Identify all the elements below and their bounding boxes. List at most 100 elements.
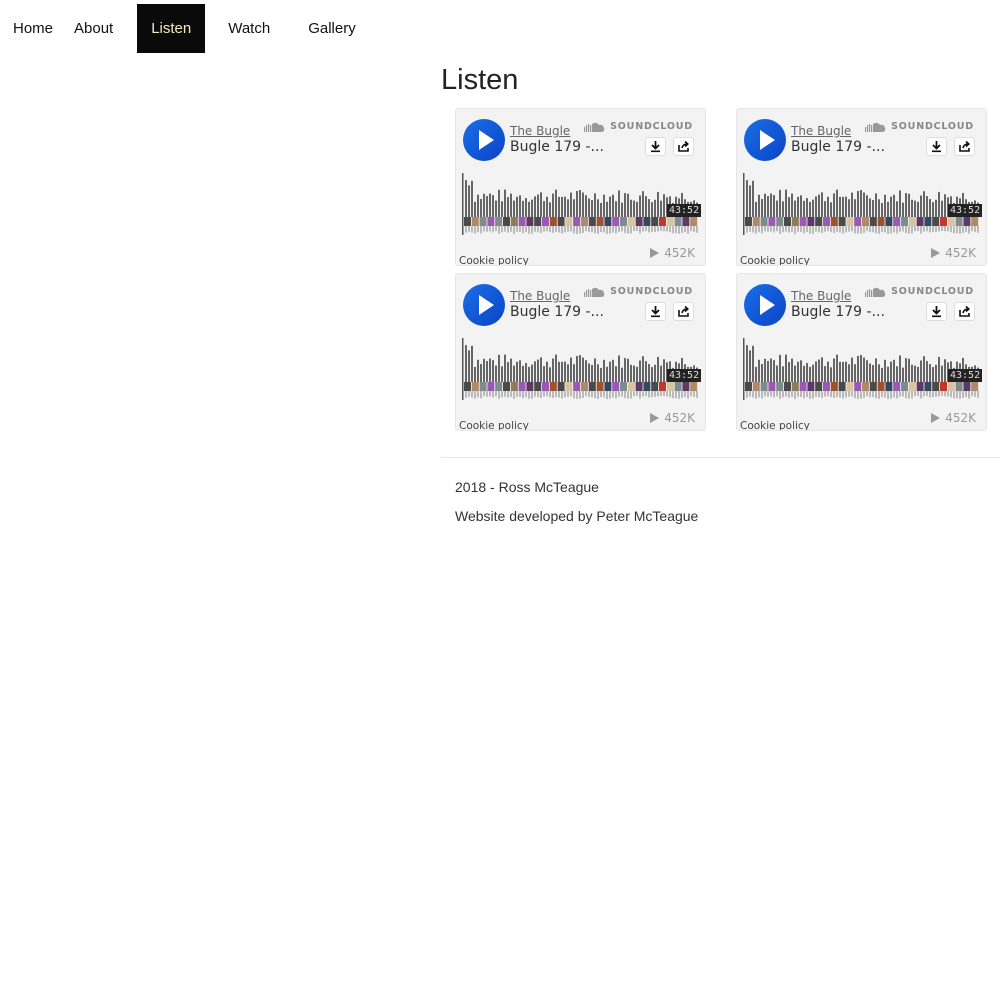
comment-avatar[interactable] [464,217,471,226]
waveform[interactable] [462,173,698,235]
comment-avatar[interactable] [807,217,815,226]
comment-avatar[interactable] [830,382,838,391]
comment-avatar[interactable] [690,382,698,391]
comment-avatar[interactable] [620,217,627,226]
nav-gallery[interactable]: Gallery [295,4,369,53]
comment-avatar[interactable] [549,382,557,391]
comment-avatar[interactable] [799,382,807,391]
comment-avatar[interactable] [471,382,479,391]
comment-avatar[interactable] [760,382,768,391]
comment-avatar[interactable] [768,382,776,391]
comment-avatar[interactable] [838,382,846,391]
comment-avatar[interactable] [815,382,823,391]
comment-avatar[interactable] [745,382,752,391]
comment-avatar[interactable] [596,382,604,391]
comment-avatar[interactable] [862,382,869,391]
comment-avatar[interactable] [534,382,542,391]
comment-avatar[interactable] [815,217,823,226]
comment-avatar[interactable] [581,217,588,226]
comment-avatar[interactable] [901,382,908,391]
comment-avatar[interactable] [799,217,807,226]
comment-avatar[interactable] [682,217,690,226]
comment-avatar[interactable] [651,217,659,226]
comment-avatar[interactable] [487,382,495,391]
comment-avatar[interactable] [932,382,940,391]
comment-avatar[interactable] [752,217,760,226]
comment-avatar[interactable] [682,382,690,391]
comment-avatar[interactable] [503,382,510,391]
share-button[interactable] [954,302,975,321]
waveform[interactable] [462,338,698,400]
comment-avatar[interactable] [932,217,940,226]
comment-avatar[interactable] [846,217,854,226]
download-button[interactable] [926,302,947,321]
comment-avatar[interactable] [674,217,682,226]
comment-avatar[interactable] [604,382,612,391]
comment-avatar[interactable] [479,382,487,391]
comment-avatar[interactable] [838,217,846,226]
comment-avatar[interactable] [955,217,963,226]
comment-avatar[interactable] [627,217,635,226]
comment-avatar[interactable] [542,382,549,391]
comment-avatar[interactable] [971,382,979,391]
comment-avatar[interactable] [557,217,565,226]
comment-avatar[interactable] [940,382,947,391]
comment-avatar[interactable] [776,382,784,391]
comment-avatar[interactable] [768,217,776,226]
comment-avatar[interactable] [487,217,495,226]
comment-avatar[interactable] [916,382,924,391]
share-button[interactable] [673,137,694,156]
comment-avatar[interactable] [791,217,799,226]
comment-avatar[interactable] [534,217,542,226]
soundcloud-logo[interactable]: SOUNDCLOUD [584,121,693,132]
comment-avatar[interactable] [503,217,510,226]
comment-avatar[interactable] [596,217,604,226]
nav-watch[interactable]: Watch [215,4,283,53]
comment-avatar[interactable] [885,217,893,226]
comment-avatar[interactable] [760,217,768,226]
comment-avatar[interactable] [807,382,815,391]
comment-avatar[interactable] [659,382,666,391]
comment-avatar[interactable] [565,217,573,226]
comment-avatar[interactable] [495,217,503,226]
comment-avatar[interactable] [643,217,651,226]
comment-avatar[interactable] [643,382,651,391]
artist-link[interactable]: The Bugle [791,289,851,303]
comment-avatar[interactable] [776,217,784,226]
waveform[interactable] [743,338,979,400]
comment-avatar[interactable] [877,217,885,226]
comment-avatar[interactable] [791,382,799,391]
share-button[interactable] [954,137,975,156]
comment-avatar[interactable] [908,217,916,226]
soundcloud-logo[interactable]: SOUNDCLOUD [584,286,693,297]
comment-avatar[interactable] [893,382,901,391]
comment-avatar[interactable] [495,382,503,391]
cookie-policy-link[interactable]: Cookie policy [740,255,810,265]
comment-avatar[interactable] [947,382,955,391]
comment-avatar[interactable] [612,217,620,226]
comment-avatar[interactable] [901,217,908,226]
comment-avatar[interactable] [963,217,971,226]
download-button[interactable] [645,137,666,156]
comment-avatar[interactable] [869,217,877,226]
comment-avatar[interactable] [627,382,635,391]
comment-avatar[interactable] [846,382,854,391]
artist-link[interactable]: The Bugle [510,289,570,303]
comment-avatar[interactable] [666,382,674,391]
comment-avatar[interactable] [924,217,932,226]
comment-avatar[interactable] [620,382,627,391]
comment-avatar[interactable] [464,382,471,391]
comment-avatar[interactable] [823,217,830,226]
play-button[interactable] [744,119,786,161]
comment-avatar[interactable] [557,382,565,391]
comment-avatar[interactable] [565,382,573,391]
comment-avatar[interactable] [510,382,518,391]
play-button[interactable] [744,284,786,326]
nav-listen[interactable]: Listen [137,4,206,53]
comment-avatar[interactable] [518,217,526,226]
comment-avatar[interactable] [588,382,596,391]
comment-avatar[interactable] [471,217,479,226]
comment-avatar[interactable] [573,217,581,226]
comment-avatar[interactable] [526,217,534,226]
comment-avatar[interactable] [924,382,932,391]
